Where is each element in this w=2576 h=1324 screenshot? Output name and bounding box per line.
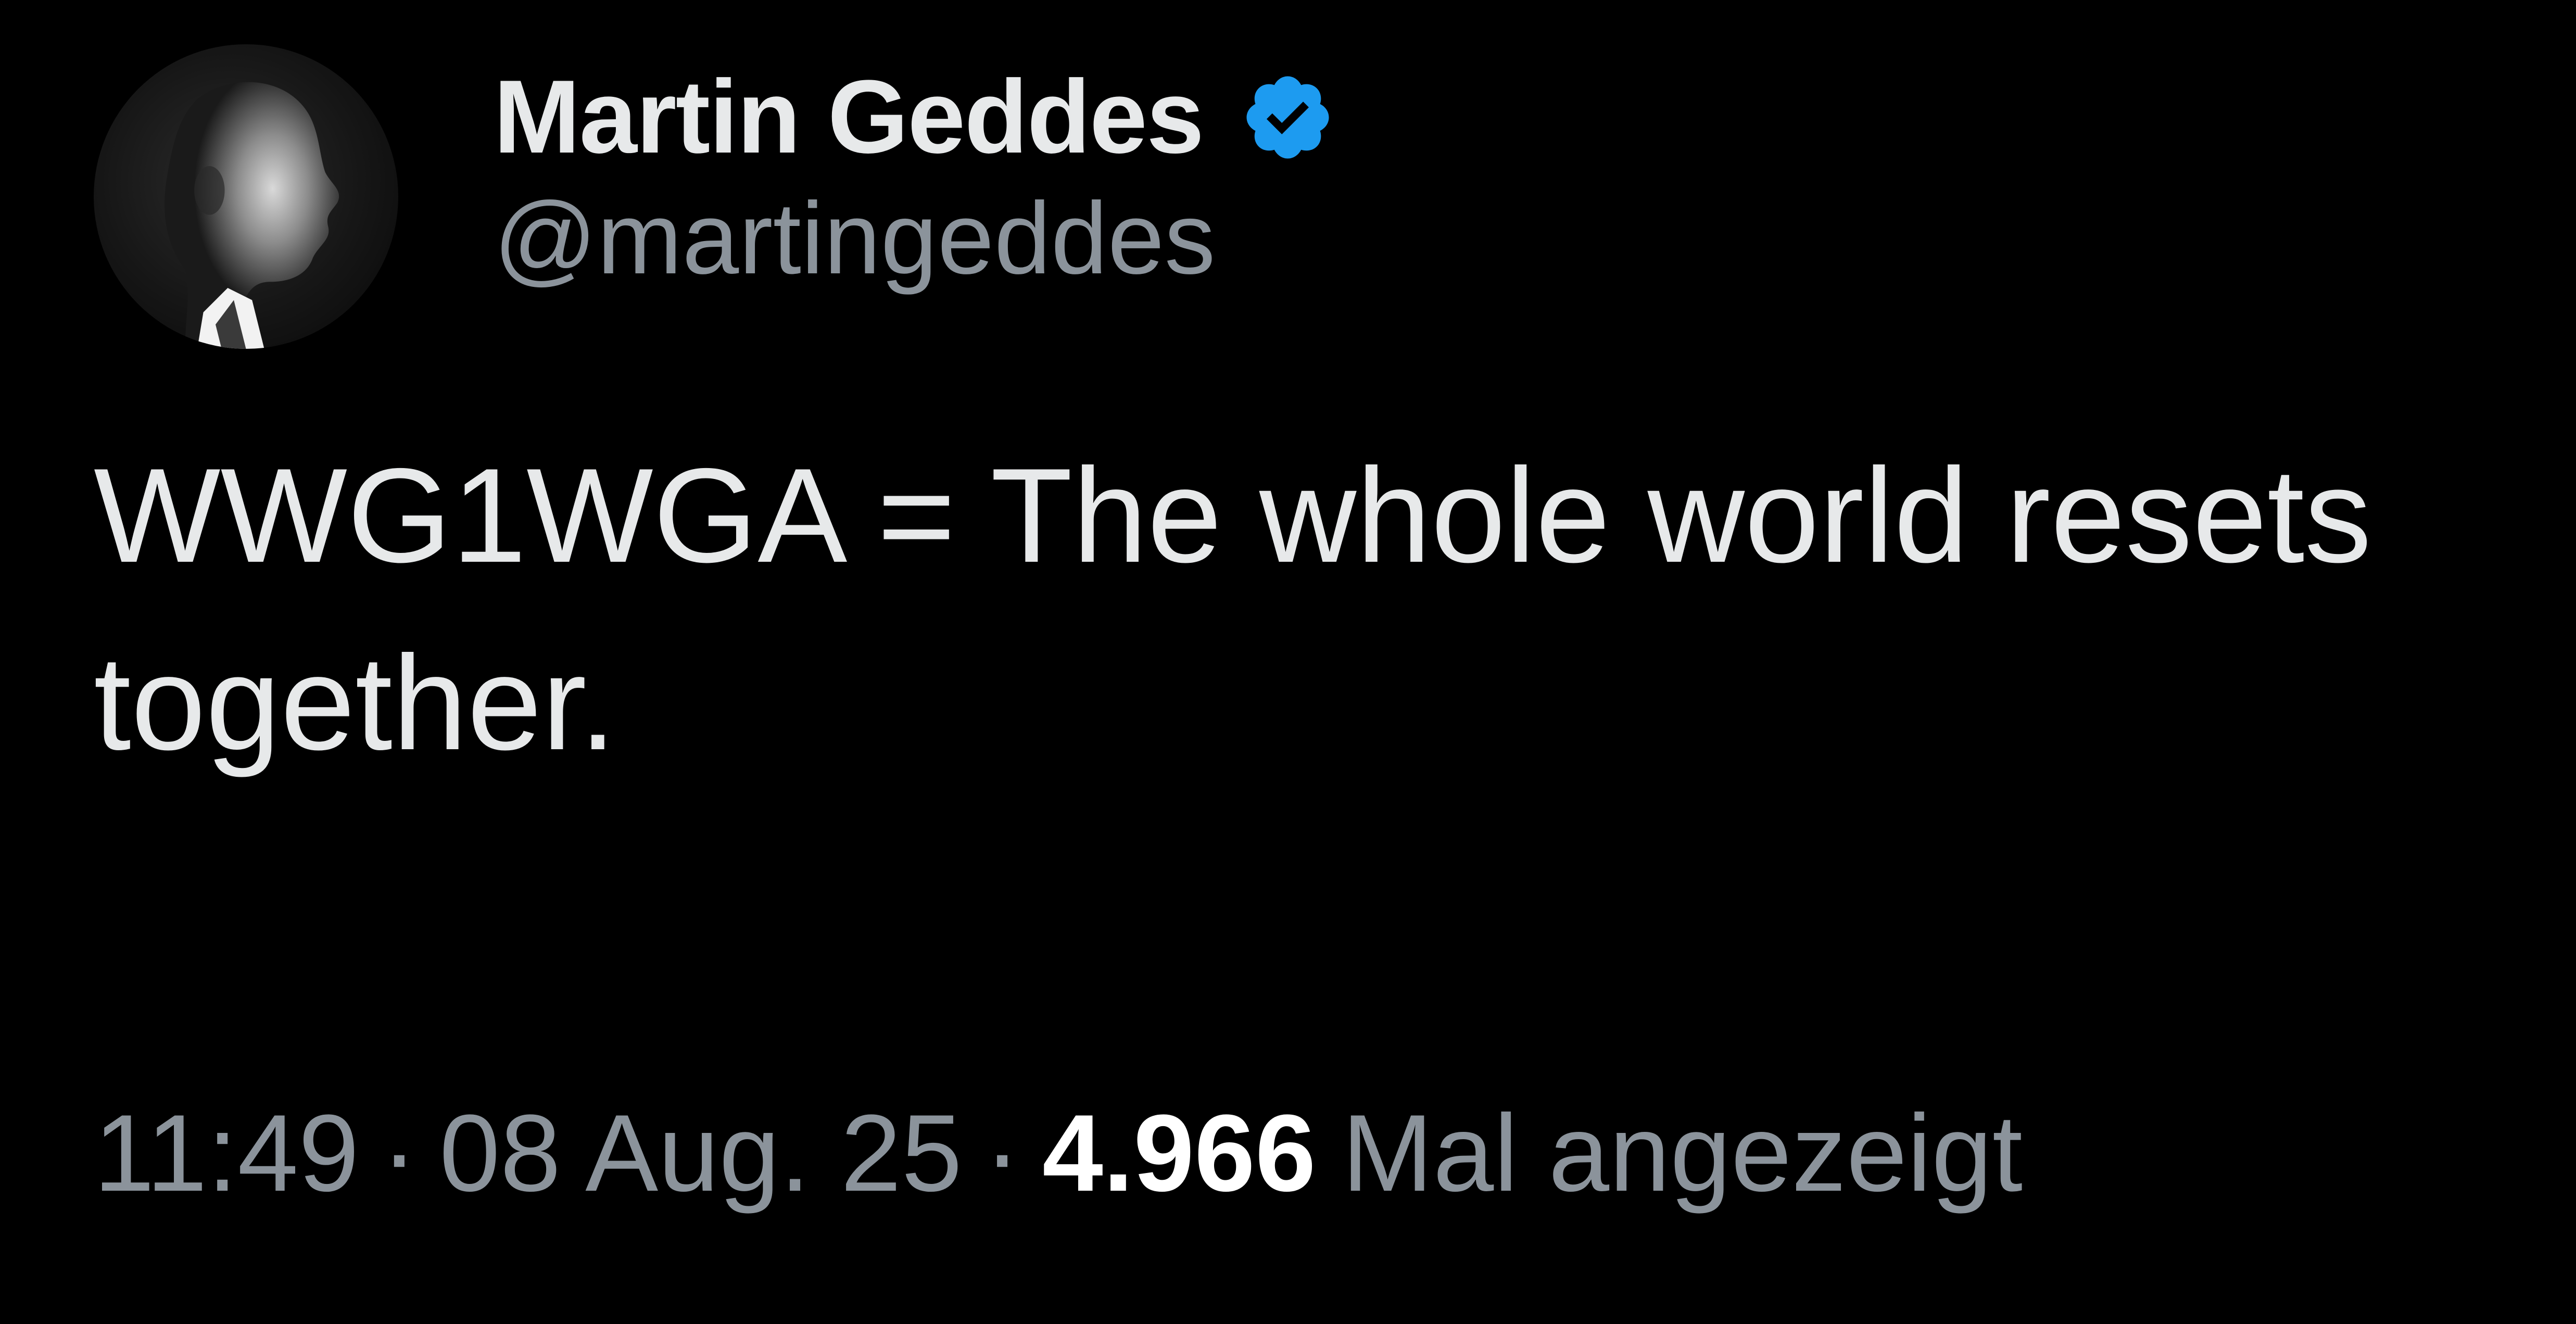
tweet-meta: 11:49 · 08 Aug. 25 · 4.966 Mal angezeigt bbox=[94, 1099, 2023, 1208]
verified-badge-icon[interactable] bbox=[1240, 69, 1336, 166]
tweet-text: WWG1WGA = The whole world resets togethe… bbox=[94, 440, 2372, 778]
views-label[interactable]: Mal angezeigt bbox=[1342, 1099, 2023, 1208]
tweet-date[interactable]: 08 Aug. 25 bbox=[439, 1099, 962, 1208]
author-block[interactable]: Martin Geddes @martingeddes bbox=[494, 57, 1336, 289]
author-display-name[interactable]: Martin Geddes bbox=[494, 65, 1204, 169]
avatar[interactable] bbox=[94, 44, 398, 349]
author-handle[interactable]: @martingeddes bbox=[494, 187, 1336, 289]
views-count[interactable]: 4.966 bbox=[1042, 1099, 1316, 1208]
tweet-time[interactable]: 11:49 bbox=[94, 1099, 359, 1208]
meta-separator: · bbox=[381, 1092, 418, 1214]
tweet-card: Martin Geddes @martingeddes WWG1WGA = Th… bbox=[0, 0, 2576, 1324]
author-name-row: Martin Geddes bbox=[494, 57, 1336, 177]
avatar-portrait-image bbox=[165, 82, 339, 349]
meta-separator: · bbox=[984, 1092, 1021, 1214]
